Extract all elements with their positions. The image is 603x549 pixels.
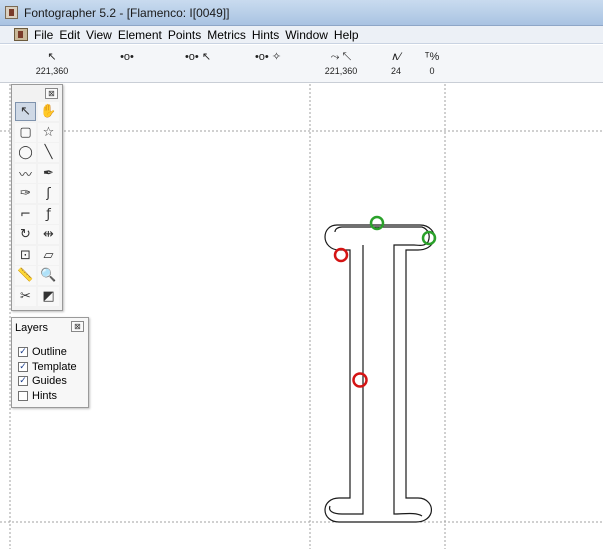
layer-row-guides[interactable]: ✓ Guides — [18, 374, 77, 389]
zoom-tool-icon[interactable]: 🔍 — [38, 266, 59, 285]
curve-point-icon: •o• — [120, 51, 134, 63]
document-icon[interactable] — [14, 28, 28, 41]
layer-template-label: Template — [32, 360, 77, 373]
layer-guides-label: Guides — [32, 375, 67, 388]
title-bar: Fontographer 5.2 - [Flamenco: I[0049]] — [0, 0, 603, 26]
menu-element[interactable]: Element — [118, 28, 168, 42]
hand-tool-icon[interactable]: ✋ — [38, 102, 59, 121]
layer-template-checkbox[interactable]: ✓ — [18, 361, 28, 372]
layer-hints-label: Hints — [32, 389, 58, 402]
percent-icon: ᵀ% — [424, 51, 440, 63]
menu-edit[interactable]: Edit — [59, 28, 86, 42]
info-cell-point-arrow: •o• ↖ — [168, 49, 228, 66]
info-cell-move: ⤳ ↖ 221,360 — [311, 49, 371, 76]
tool-palette-close-button[interactable]: ⊠ — [45, 88, 58, 99]
rotate-tool-icon[interactable]: ↻ — [15, 225, 36, 244]
tool-palette: ⊠ ↖ ✋ ▢ ☆ ◯ ╲ 〰 ✒ ✑ ʃ ⌐ ƒ ↻ ⇹ ⊡ ▱ 📏 🔍 ✂ ◩ — [11, 84, 63, 311]
layer-hints-checkbox[interactable] — [18, 390, 28, 401]
menu-points[interactable]: Points — [168, 28, 207, 42]
tool-grid: ↖ ✋ ▢ ☆ ◯ ╲ 〰 ✒ ✑ ʃ ⌐ ƒ ↻ ⇹ ⊡ ▱ 📏 🔍 ✂ ◩ — [15, 102, 61, 307]
layers-list: ✓ Outline ✓ Template ✓ Guides Hints — [18, 345, 77, 403]
menu-file[interactable]: File — [34, 28, 59, 42]
line-tool-icon[interactable]: ╲ — [38, 143, 59, 162]
pointer-tool-icon[interactable]: ↖ — [15, 102, 36, 121]
info-cell-curve-point: •o• — [97, 49, 157, 66]
rectangle-tool-icon[interactable]: ▢ — [15, 122, 36, 142]
window-title: Fontographer 5.2 - [Flamenco: I[0049]] — [24, 6, 230, 20]
percent-value: 0 — [429, 66, 435, 76]
menu-bar: File Edit View Element Points Metrics Hi… — [0, 26, 603, 44]
freehand-tool-icon[interactable]: 〰 — [15, 163, 36, 183]
corner-point-tool-icon[interactable]: ⌐ — [15, 204, 36, 224]
red-point-stem[interactable] — [352, 372, 368, 388]
menu-metrics[interactable]: Metrics — [207, 28, 252, 42]
cursor-position-value: 221,360 — [35, 66, 69, 76]
move-position-value: 221,360 — [324, 66, 358, 76]
eraser-tool-icon[interactable]: ◩ — [38, 286, 59, 306]
calligraphy-pen-icon[interactable]: ✑ — [15, 184, 36, 203]
knife-tool-icon[interactable]: ✂ — [15, 286, 36, 306]
point-star-icon: •o• ✧ — [254, 51, 282, 63]
point-arrow-icon: •o• ↖ — [184, 51, 212, 63]
menu-help[interactable]: Help — [334, 28, 365, 42]
layer-guides-checkbox[interactable]: ✓ — [18, 376, 28, 387]
menu-view[interactable]: View — [86, 28, 118, 42]
info-cell-percent: ᵀ% 0 — [402, 49, 462, 76]
guide-lines — [0, 84, 603, 549]
layer-row-hints[interactable]: Hints — [18, 389, 77, 404]
layer-outline-label: Outline — [32, 346, 67, 359]
info-cell-cursor: ↖ 221,360 — [22, 49, 82, 76]
glyph-outline-outer[interactable] — [324, 224, 435, 523]
layers-panel-title: Layers — [15, 322, 49, 334]
arrow-cursor-icon: ↖ — [47, 51, 57, 63]
layers-panel-close-button[interactable]: ⊠ — [71, 321, 84, 332]
glyph-canvas-drawing[interactable] — [0, 84, 603, 549]
layer-row-outline[interactable]: ✓ Outline — [18, 345, 77, 360]
curve-tool-icon[interactable]: ʃ — [38, 184, 59, 203]
star-tool-icon[interactable]: ☆ — [38, 122, 59, 142]
skew-tool-icon[interactable]: ▱ — [38, 245, 59, 265]
move-arrow-icon: ⤳ ↖ — [330, 51, 352, 63]
measure-tool-icon[interactable]: 📏 — [15, 266, 36, 285]
info-cell-point-star: •o• ✧ — [238, 49, 298, 66]
layer-row-template[interactable]: ✓ Template — [18, 360, 77, 375]
reflect-tool-icon[interactable]: ⇹ — [38, 225, 59, 244]
scale-tool-icon[interactable]: ⊡ — [15, 245, 36, 265]
glyph-outline-inner[interactable] — [328, 226, 430, 517]
tool-info-bar: ↖ 221,360 •o• •o• ↖ •o• ✧ ⤳ ↖ 221,360 ∧∕… — [0, 45, 603, 83]
menu-hints[interactable]: Hints — [252, 28, 285, 42]
fontographer-app-icon[interactable] — [5, 6, 18, 19]
glyph-canvas[interactable] — [0, 84, 603, 549]
pen-tool-icon[interactable]: ✒ — [38, 163, 59, 183]
red-point-left-serif[interactable] — [333, 247, 349, 263]
layer-outline-checkbox[interactable]: ✓ — [18, 347, 28, 358]
tangent-point-tool-icon[interactable]: ƒ — [38, 204, 59, 224]
ellipse-tool-icon[interactable]: ◯ — [15, 143, 36, 162]
menu-window[interactable]: Window — [285, 28, 334, 42]
layers-panel: Layers ⊠ ✓ Outline ✓ Template ✓ Guides H… — [11, 317, 89, 408]
